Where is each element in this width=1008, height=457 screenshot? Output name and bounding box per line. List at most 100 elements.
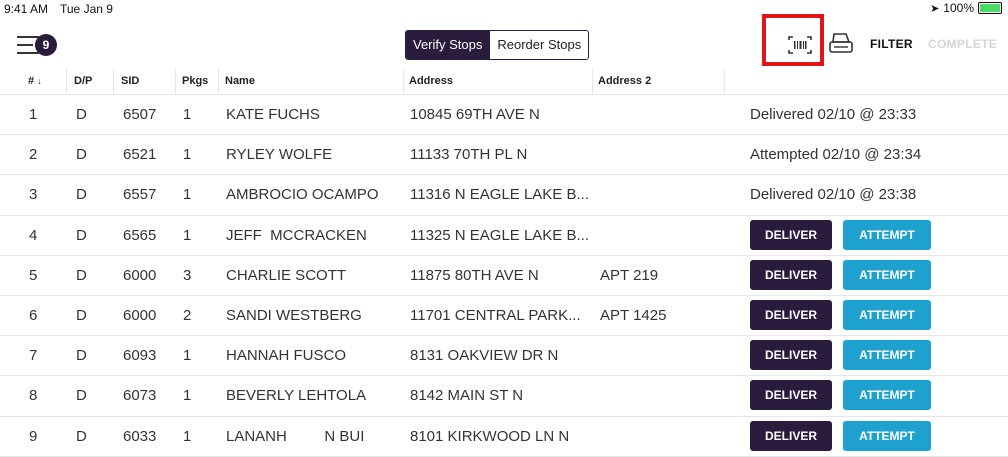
sort-down-icon: ↓ [37,76,42,86]
table-row[interactable]: 8 D 6073 1 BEVERLY LEHTOLA 8142 MAIN ST … [0,376,1008,417]
verify-stops-tab[interactable]: Verify Stops [406,31,490,59]
cell-sid: 6033 [123,427,157,445]
cell-sid: 6073 [123,387,157,405]
stops-segmented-control: Verify Stops Reorder Stops [405,30,590,60]
status-time: 9:41 AM [4,2,49,16]
cell-name: BEVERLY LEHTOLA [226,387,367,405]
cell-pkgs: 3 [183,266,192,284]
cell-sid: 6507 [123,106,157,123]
status-date: Tue Jan 9 [60,2,113,16]
table-row[interactable]: 9 D 6033 1 LANANH N BUI 8101 KIRKWOOD LN… [0,417,1008,457]
hamburger-icon [17,36,39,38]
stops-table: 1 D 6507 1 KATE FUCHS 10845 69TH AVE N D… [0,95,1008,457]
cell-dp: D [76,387,87,405]
cell-pkgs: 1 [183,226,192,244]
cell-status: Delivered 02/10 @ 23:33 [750,106,917,123]
deliver-button[interactable]: DELIVER [750,340,832,371]
col-header-pkgs[interactable]: Pkgs [182,75,208,87]
col-header-address2[interactable]: Address 2 [598,75,651,87]
cell-address: 11701 CENTRAL PARK... [410,306,581,324]
cell-dp: D [76,427,87,445]
table-row[interactable]: 7 D 6093 1 HANNAH FUSCO 8131 OAKVIEW DR … [0,336,1008,377]
cell-name: SANDI WESTBERG [226,306,362,324]
cell-number: 2 [29,146,38,164]
cell-dp: D [76,226,87,244]
hamburger-icon-line [17,44,33,46]
menu-button[interactable]: 9 [17,32,57,58]
table-row[interactable]: 5 D 6000 3 CHARLIE SCOTT 11875 80TH AVE … [0,256,1008,296]
cell-pkgs: 1 [183,106,192,123]
table-row[interactable]: 6 D 6000 2 SANDI WESTBERG 11701 CENTRAL … [0,296,1008,337]
cell-pkgs: 1 [183,186,192,204]
complete-button[interactable]: COMPLETE [928,37,997,51]
filter-button[interactable]: FILTER [870,37,913,51]
cell-number: 3 [29,186,38,204]
reorder-stops-tab[interactable]: Reorder Stops [489,31,589,59]
cell-dp: D [76,106,87,123]
attempt-button[interactable]: ATTEMPT [843,259,931,290]
cell-address: 8131 OAKVIEW DR N [410,347,559,365]
highlight-box [762,14,824,66]
cell-number: 5 [29,266,38,284]
location-arrow-icon: ➤ [930,2,940,15]
table-row[interactable]: 4 D 6565 1 JEFF MCCRACKEN 11325 N EAGLE … [0,216,1008,256]
col-header-dp[interactable]: D/P [74,75,92,87]
table-row[interactable]: 1 D 6507 1 KATE FUCHS 10845 69TH AVE N D… [0,95,1008,136]
table-row[interactable]: 3 D 6557 1 AMBROCIO OCAMPO 11316 N EAGLE… [0,175,1008,216]
cell-dp: D [76,347,87,365]
column-divider [218,68,219,94]
cell-pkgs: 1 [183,387,192,405]
deliver-button[interactable]: DELIVER [750,259,832,290]
cell-name: HANNAH FUSCO [226,347,347,365]
col-header-sid[interactable]: SID [121,75,139,87]
hamburger-icon-line [17,52,39,54]
col-header-name[interactable]: Name [225,75,255,87]
cell-name: RYLEY WOLFE [226,146,333,164]
cell-number: 8 [29,387,38,405]
cell-sid: 6521 [123,146,157,164]
battery-icon [978,2,1002,14]
deliver-button[interactable]: DELIVER [750,420,832,451]
cell-number: 9 [29,427,38,445]
cell-name: CHARLIE SCOTT [226,266,347,284]
printer-button[interactable] [828,32,856,58]
column-divider [66,68,67,94]
deliver-button[interactable]: DELIVER [750,299,832,330]
cell-number: 6 [29,306,38,324]
cell-dp: D [76,186,87,204]
cell-address: 11875 80TH AVE N [410,266,539,284]
cell-address: 11133 70TH PL N [410,146,528,164]
column-divider [113,68,114,94]
cell-address2: APT 219 [600,266,659,284]
cell-address: 8101 KIRKWOOD LN N [410,427,570,445]
attempt-button[interactable]: ATTEMPT [843,380,931,411]
table-row[interactable]: 2 D 6521 1 RYLEY WOLFE 11133 70TH PL N A… [0,135,1008,176]
attempt-button[interactable]: ATTEMPT [843,299,931,330]
col-header-address[interactable]: Address [409,75,453,87]
cell-name: JEFF MCCRACKEN [226,226,367,244]
cell-dp: D [76,306,87,324]
cell-sid: 6000 [123,306,157,324]
attempt-button[interactable]: ATTEMPT [843,340,931,371]
cell-sid: 6557 [123,186,157,204]
attempt-button[interactable]: ATTEMPT [843,420,931,451]
cell-name: KATE FUCHS [226,106,320,123]
cell-address: 11325 N EAGLE LAKE B... [410,226,589,244]
deliver-button[interactable]: DELIVER [750,219,832,250]
cell-dp: D [76,266,87,284]
cell-dp: D [76,146,87,164]
stop-count-badge: 9 [35,34,57,56]
column-divider [175,68,176,94]
deliver-button[interactable]: DELIVER [750,380,832,411]
cell-status: Delivered 02/10 @ 23:38 [750,186,917,204]
col-header-number-label: # [28,75,35,87]
cell-sid: 6000 [123,266,157,284]
cell-address: 10845 69TH AVE N [410,106,540,123]
cell-address: 8142 MAIN ST N [410,387,524,405]
attempt-button[interactable]: ATTEMPT [843,219,931,250]
status-bar: 9:41 AM Tue Jan 9 ➤ 100% [0,0,1008,18]
cell-name: AMBROCIO OCAMPO [226,186,379,204]
cell-pkgs: 1 [183,427,192,445]
col-header-number[interactable]: # ↓ [28,75,42,87]
cell-number: 1 [29,106,38,123]
